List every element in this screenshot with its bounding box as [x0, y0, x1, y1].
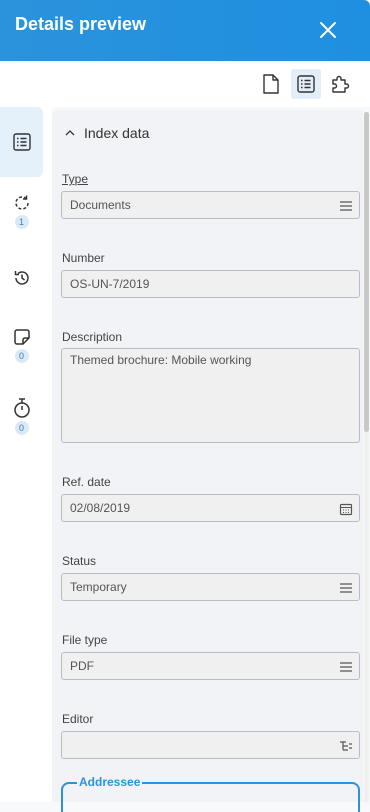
index-data-view-button[interactable] — [291, 69, 321, 99]
editor-label: Editor — [62, 712, 94, 726]
index-data-section-header[interactable]: Index data — [64, 124, 149, 142]
file-type-label: File type — [62, 633, 108, 647]
sidebar-item-index-data[interactable] — [0, 107, 43, 177]
type-field[interactable]: Documents — [61, 191, 360, 219]
number-value: OS-UN-7/2019 — [70, 277, 150, 291]
menu-icon[interactable] — [339, 660, 353, 674]
page-title: Details preview — [15, 14, 147, 34]
note-icon — [13, 329, 30, 345]
number-label: Number — [62, 251, 105, 265]
list-icon — [297, 75, 315, 93]
sidebar-item-timers[interactable]: 0 — [0, 397, 43, 435]
file-type-field[interactable]: PDF — [61, 652, 360, 680]
description-field[interactable]: Themed brochure: Mobile working — [61, 348, 360, 443]
file-type-value: PDF — [70, 659, 94, 673]
ref-date-field[interactable]: 02/08/2019 — [61, 494, 360, 522]
list-icon — [12, 133, 31, 151]
status-value: Temporary — [70, 580, 127, 594]
sidebar-item-notes[interactable]: 0 — [0, 327, 43, 363]
editor-field[interactable] — [61, 731, 360, 759]
timers-count-badge: 0 — [14, 421, 29, 435]
type-value: Documents — [70, 198, 131, 212]
ref-date-value: 02/08/2019 — [70, 501, 131, 515]
document-icon — [263, 74, 279, 94]
puzzle-icon — [332, 75, 350, 93]
sidebar: 1 0 0 — [0, 107, 52, 802]
menu-icon[interactable] — [339, 199, 353, 213]
sidebar-item-history[interactable] — [0, 268, 43, 288]
document-view-button[interactable] — [256, 69, 286, 99]
history-icon — [14, 271, 29, 285]
activity-count-badge: 1 — [14, 215, 29, 229]
section-title: Index data — [84, 125, 150, 141]
ref-date-label: Ref. date — [62, 475, 111, 489]
menu-icon[interactable] — [339, 581, 353, 595]
number-field[interactable]: OS-UN-7/2019 — [61, 270, 360, 298]
refresh-icon — [14, 195, 29, 210]
tree-select-icon[interactable] — [339, 739, 353, 753]
stopwatch-icon — [13, 398, 30, 418]
notes-count-badge: 0 — [14, 349, 29, 363]
status-field[interactable]: Temporary — [61, 573, 360, 601]
plugin-view-button[interactable] — [325, 69, 355, 99]
addressee-group: Addressee — [61, 775, 360, 812]
scrollbar-thumb[interactable] — [364, 112, 369, 432]
calendar-icon[interactable] — [339, 502, 353, 516]
sidebar-item-activity[interactable]: 1 — [0, 193, 43, 229]
scrollbar[interactable] — [364, 112, 369, 802]
description-value: Themed brochure: Mobile working — [70, 353, 252, 367]
type-label[interactable]: Type — [62, 172, 88, 186]
chevron-up-icon — [65, 130, 75, 136]
close-icon[interactable] — [316, 18, 340, 42]
description-label: Description — [62, 330, 123, 344]
header: Details preview — [0, 0, 370, 61]
toolbar — [0, 61, 370, 107]
addressee-legend: Addressee — [77, 775, 143, 789]
status-label: Status — [62, 554, 97, 568]
